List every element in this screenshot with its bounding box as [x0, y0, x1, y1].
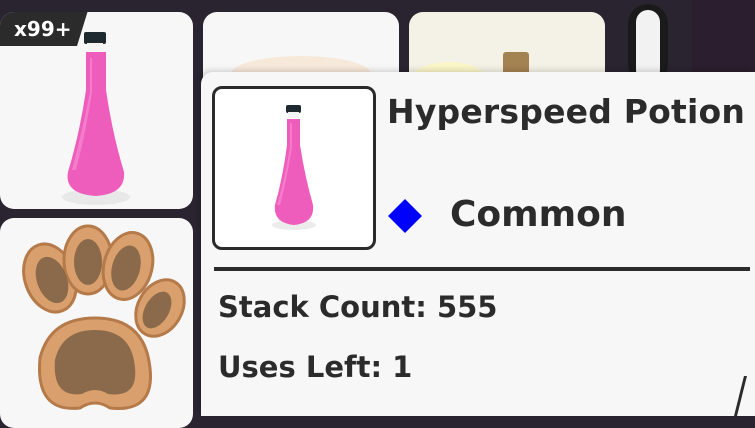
inventory-slot-paw[interactable] [0, 218, 193, 428]
quantity-badge: x99+ [0, 12, 88, 46]
uses-left: Uses Left: 1 [218, 350, 413, 384]
rarity-diamond-icon [388, 199, 422, 233]
corner-decoration [734, 376, 755, 416]
rarity-label: Common [450, 194, 627, 235]
pink-potion-icon [272, 105, 316, 230]
item-icon-frame [212, 86, 376, 250]
item-tooltip: Hyperspeed Potion Common Stack Count: 55… [201, 72, 755, 416]
background-panel [692, 0, 755, 80]
divider [214, 267, 750, 271]
stack-count: Stack Count: 555 [218, 290, 498, 324]
item-name: Hyperspeed Potion [387, 92, 746, 131]
paw-print-icon [22, 224, 186, 410]
